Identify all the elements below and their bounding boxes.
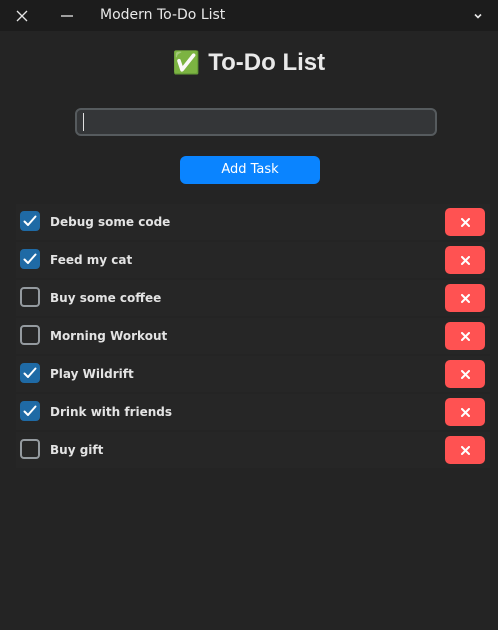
- task-checkbox[interactable]: [20, 401, 40, 421]
- title-bar: Modern To-Do List: [0, 0, 498, 31]
- x-icon: [460, 255, 470, 265]
- task-label: Buy gift: [50, 443, 104, 457]
- chevron-down-icon: [474, 13, 482, 19]
- page-title: ✅ To-Do List: [0, 48, 498, 78]
- x-icon: [460, 217, 470, 227]
- task-row: Buy some coffee: [16, 280, 490, 316]
- text-cursor: [83, 113, 84, 131]
- task-label: Buy some coffee: [50, 291, 162, 305]
- task-list: Debug some code Feed my cat Buy some coffe…: [16, 204, 490, 470]
- check-icon: [23, 405, 37, 416]
- delete-task-button[interactable]: [445, 208, 485, 236]
- check-icon: [23, 367, 37, 378]
- minimize-icon: [61, 14, 73, 17]
- task-row: Play Wildrift: [16, 356, 490, 392]
- app-window: Modern To-Do List ✅ To-Do List Add Task D…: [0, 0, 498, 630]
- task-label: Debug some code: [50, 215, 171, 229]
- delete-task-button[interactable]: [445, 398, 485, 426]
- task-label: Play Wildrift: [50, 367, 134, 381]
- close-button[interactable]: [9, 0, 35, 31]
- close-icon: [16, 10, 28, 21]
- delete-task-button[interactable]: [445, 246, 485, 274]
- window-title: Modern To-Do List: [100, 7, 226, 23]
- task-input[interactable]: [75, 108, 437, 136]
- task-row: Feed my cat: [16, 242, 490, 278]
- x-icon: [460, 293, 470, 303]
- minimize-button[interactable]: [54, 0, 80, 31]
- x-icon: [460, 369, 470, 379]
- task-row: Morning Workout: [16, 318, 490, 354]
- task-label: Morning Workout: [50, 329, 168, 343]
- task-label: Feed my cat: [50, 253, 133, 267]
- task-checkbox[interactable]: [20, 287, 40, 307]
- window-menu-button[interactable]: [466, 0, 490, 31]
- task-label: Drink with friends: [50, 405, 173, 419]
- task-row: Debug some code: [16, 204, 490, 240]
- delete-task-button[interactable]: [445, 284, 485, 312]
- check-icon: [23, 215, 37, 226]
- task-checkbox[interactable]: [20, 325, 40, 345]
- task-row: Buy gift: [16, 432, 490, 468]
- delete-task-button[interactable]: [445, 436, 485, 464]
- task-checkbox[interactable]: [20, 439, 40, 459]
- add-task-button[interactable]: Add Task: [180, 156, 320, 184]
- task-checkbox[interactable]: [20, 211, 40, 231]
- task-checkbox[interactable]: [20, 363, 40, 383]
- x-icon: [460, 445, 470, 455]
- page-title-text: To-Do List: [208, 49, 326, 76]
- delete-task-button[interactable]: [445, 360, 485, 388]
- check-mark-icon: ✅: [172, 50, 201, 75]
- x-icon: [460, 331, 470, 341]
- task-checkbox[interactable]: [20, 249, 40, 269]
- x-icon: [460, 407, 470, 417]
- delete-task-button[interactable]: [445, 322, 485, 350]
- check-icon: [23, 253, 37, 264]
- task-row: Drink with friends: [16, 394, 490, 430]
